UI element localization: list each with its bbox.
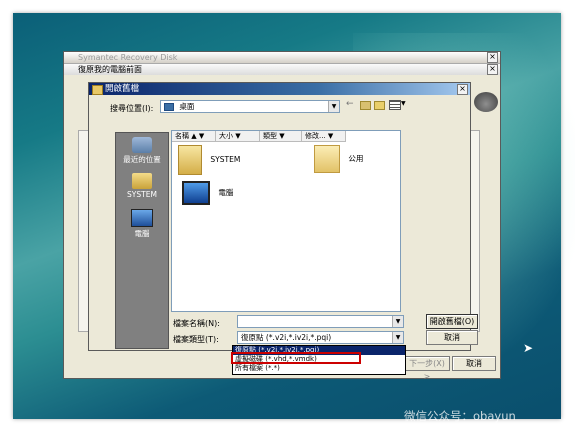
- open-button[interactable]: 開啟舊檔(O): [426, 314, 478, 329]
- back-arrow-icon[interactable]: ←: [346, 99, 354, 109]
- look-in-label: 搜尋位置(I):: [110, 104, 154, 113]
- file-list: 名稱 ▲ ▼ 大小 ▼ 類型 ▼ 修改... ▼ SYSTEM 公用 電腦: [171, 130, 401, 312]
- desktop-icon: [164, 103, 174, 111]
- computer-icon: [182, 181, 210, 205]
- file-item-system[interactable]: SYSTEM: [178, 145, 240, 175]
- cancel-button-background[interactable]: 取消: [452, 356, 496, 371]
- computer-icon: [131, 209, 153, 227]
- desktop-background: Symantec Recovery Disk × 復原我的電腦前面 × 下一步(…: [13, 13, 575, 419]
- chevron-down-icon: ▼: [392, 316, 403, 327]
- recent-places-icon: [132, 137, 152, 153]
- file-type-label: 檔案類型(T):: [173, 335, 219, 344]
- up-folder-icon[interactable]: [360, 101, 371, 110]
- column-header-modified[interactable]: 修改... ▼: [302, 131, 346, 142]
- chevron-down-icon: ▼: [328, 101, 339, 112]
- look-in-dropdown[interactable]: 桌面 ▼: [160, 100, 340, 113]
- place-recent[interactable]: 最近的位置: [116, 137, 168, 165]
- watermark: 微信公众号：obayun: [404, 409, 516, 423]
- look-in-value: 桌面: [179, 102, 195, 111]
- next-button[interactable]: 下一步(X) >: [404, 356, 450, 381]
- close-icon[interactable]: ×: [457, 84, 468, 95]
- file-name-label: 檔案名稱(N):: [173, 319, 220, 328]
- close-icon[interactable]: ×: [487, 64, 498, 75]
- column-header-name[interactable]: 名稱 ▲ ▼: [172, 131, 216, 142]
- drive-icon: [474, 92, 498, 112]
- cancel-button[interactable]: 取消: [426, 330, 478, 345]
- column-header-size[interactable]: 大小 ▼: [216, 131, 260, 142]
- new-folder-icon[interactable]: [374, 101, 385, 110]
- selection-highlight-box: [231, 352, 361, 364]
- dialog-titlebar: 開啟舊檔: [89, 83, 470, 95]
- places-bar: 最近的位置 SYSTEM 電腦: [115, 132, 169, 349]
- place-system[interactable]: SYSTEM: [116, 173, 168, 199]
- folder-icon: [314, 145, 340, 173]
- restore-title: 復原我的電腦前面: [78, 65, 142, 74]
- mouse-cursor-icon: ➤: [523, 341, 534, 355]
- file-item-public[interactable]: 公用: [314, 145, 363, 173]
- recovery-disk-titlebar: Symantec Recovery Disk: [64, 52, 500, 63]
- place-computer[interactable]: 電腦: [116, 209, 168, 239]
- restore-titlebar: 復原我的電腦前面: [64, 63, 500, 75]
- file-item-computer[interactable]: 電腦: [182, 181, 233, 205]
- chevron-down-icon: ▼: [392, 332, 403, 343]
- file-name-input[interactable]: ▼: [237, 315, 404, 328]
- folder-icon: [178, 145, 202, 175]
- file-type-dropdown[interactable]: 復原點 (*.v2i,*.iv2i,*.pqi) ▼: [237, 331, 404, 344]
- view-menu-icon[interactable]: [389, 100, 401, 110]
- user-folder-icon: [132, 173, 152, 189]
- recovery-disk-title: Symantec Recovery Disk: [78, 53, 178, 62]
- dialog-title: 開啟舊檔: [105, 84, 140, 94]
- chevron-down-icon[interactable]: ▼: [401, 100, 406, 107]
- column-header-type[interactable]: 類型 ▼: [260, 131, 302, 142]
- option-all-files[interactable]: 所有檔案 (*.*): [233, 364, 405, 373]
- close-icon[interactable]: ×: [487, 52, 498, 63]
- folder-icon: [92, 85, 103, 95]
